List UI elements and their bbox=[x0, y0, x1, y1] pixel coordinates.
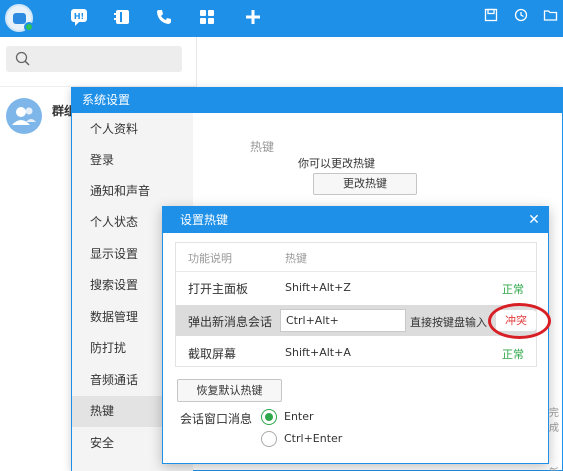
user-avatar[interactable] bbox=[5, 4, 34, 32]
function-name: 截取屏幕 bbox=[188, 347, 237, 361]
history-clock-icon[interactable] bbox=[511, 5, 531, 25]
status-badge: 正常 bbox=[502, 348, 524, 361]
section-label: 热键 bbox=[250, 140, 275, 154]
table-row[interactable]: 截取屏幕 Shift+Alt+A 正常 bbox=[176, 337, 536, 368]
save-icon[interactable] bbox=[481, 5, 501, 25]
contacts-book-icon[interactable] bbox=[110, 4, 134, 30]
function-name: 打开主面板 bbox=[188, 282, 249, 296]
phone-icon[interactable] bbox=[152, 4, 176, 30]
radio-label[interactable]: Ctrl+Enter bbox=[284, 432, 342, 445]
nav-item-notifications[interactable]: 通知和声音 bbox=[72, 176, 193, 207]
session-window-label: 会话窗口消息 bbox=[180, 412, 253, 426]
hotkey-input[interactable] bbox=[280, 309, 406, 332]
status-badge: 冲突 bbox=[496, 310, 536, 331]
nav-item-login[interactable]: 登录 bbox=[72, 145, 193, 176]
search-icon bbox=[15, 51, 31, 70]
chat-icon[interactable]: H! bbox=[67, 4, 91, 30]
radio-label[interactable]: Enter bbox=[284, 410, 314, 423]
search-input[interactable] bbox=[6, 46, 182, 72]
plus-icon[interactable] bbox=[241, 4, 265, 30]
svg-text:H!: H! bbox=[74, 12, 84, 21]
table-row[interactable]: 弹出新消息会话 直接按键盘输入 冲突 bbox=[176, 303, 551, 339]
settings-title: 系统设置 bbox=[72, 88, 562, 113]
dialog-title: 设置热键 bbox=[163, 207, 548, 233]
table-row[interactable]: 打开主面板 Shift+Alt+Z 正常 bbox=[176, 272, 536, 303]
hotkey-value[interactable]: Shift+Alt+A bbox=[285, 346, 351, 359]
input-hint: 直接按键盘输入 bbox=[410, 316, 487, 329]
reset-default-hotkeys-button[interactable]: 恢复默认热键 bbox=[177, 379, 282, 402]
truncated-text: 新 bbox=[549, 464, 559, 471]
radio-enter[interactable] bbox=[261, 409, 277, 425]
hotkey-description: 你可以更改热键 bbox=[298, 157, 375, 170]
top-toolbar: H! bbox=[0, 0, 563, 37]
online-status-icon bbox=[24, 22, 34, 32]
hotkey-table: 功能说明 热键 打开主面板 Shift+Alt+Z 正常 弹出新消息会话 直接按… bbox=[175, 242, 551, 368]
group-avatar-icon[interactable] bbox=[6, 98, 42, 134]
table-header: 功能说明 热键 bbox=[176, 243, 536, 272]
status-badge: 正常 bbox=[502, 283, 524, 296]
close-icon[interactable]: ✕ bbox=[525, 211, 543, 229]
nav-item-profile[interactable]: 个人资料 bbox=[72, 114, 193, 145]
change-hotkey-button[interactable]: 更改热键 bbox=[313, 173, 417, 195]
set-hotkey-dialog: 设置热键 ✕ 功能说明 热键 打开主面板 Shift+Alt+Z 正常 弹出新消… bbox=[162, 206, 551, 464]
truncated-text: 完成 bbox=[549, 408, 559, 434]
hotkey-value[interactable]: Shift+Alt+Z bbox=[285, 281, 351, 294]
folder-icon[interactable] bbox=[540, 5, 560, 25]
app-window: H! 群组 系统设置 个人资料 登录 通知和声音 个人状态 显示设置 搜索设置 … bbox=[0, 0, 563, 471]
column-header: 热键 bbox=[285, 252, 307, 265]
column-header: 功能说明 bbox=[188, 252, 232, 265]
radio-ctrl-enter[interactable] bbox=[261, 431, 277, 447]
app-logo-icon bbox=[13, 13, 26, 24]
function-name: 弹出新消息会话 bbox=[188, 315, 273, 329]
apps-grid-icon[interactable] bbox=[195, 4, 219, 30]
